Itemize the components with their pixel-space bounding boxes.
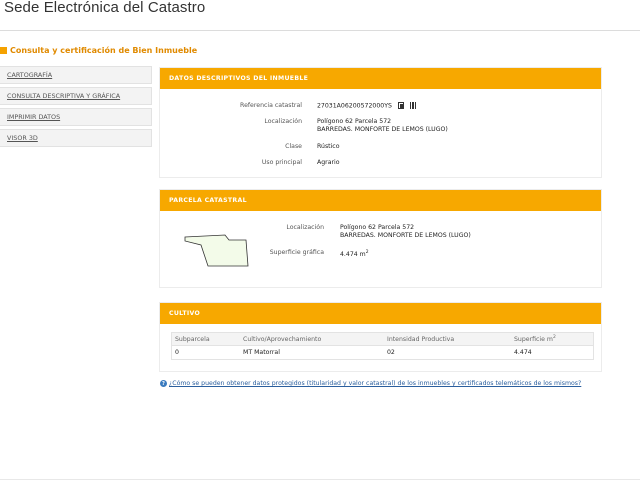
parcel-loc-line1: Polígono 62 Parcela 572 xyxy=(340,224,415,231)
col-subparcela: Subparcela xyxy=(175,335,210,343)
sidebar-item-visor-3d[interactable]: VISOR 3D xyxy=(0,129,152,147)
cell-superficie: 4.474 xyxy=(514,349,532,356)
ref-row: Referencia catastral 27031A06200572000YS xyxy=(160,102,417,111)
col-intensidad: Intensidad Productiva xyxy=(387,335,455,343)
copy-icon[interactable] xyxy=(397,102,404,109)
loc-line1: Polígono 62 Parcela 572 xyxy=(317,118,392,125)
cell-intensidad: 02 xyxy=(387,349,395,356)
sidebar-item-cartografia[interactable]: CARTOGRAFÍA xyxy=(0,66,152,84)
protected-data-link[interactable]: ¿Cómo se pueden obtener datos protegidos… xyxy=(169,380,581,387)
parcel-sup-value: 4.474 m2 xyxy=(340,249,369,259)
loc-line2: BARREDAS. MONFORTE DE LEMOS (LUGO) xyxy=(317,126,448,133)
header-divider xyxy=(0,30,640,31)
parcel-loc-label: Localización xyxy=(286,224,324,231)
parcel-sup-number: 4.474 m xyxy=(340,251,366,259)
clase-row: Clase Rústico xyxy=(160,143,340,151)
page-heading: Consulta y certificación de Bien Inmuebl… xyxy=(0,46,197,55)
parcel-loc-row: Localización Polígono 62 Parcela 572 BAR… xyxy=(160,224,471,240)
uso-value: Agrario xyxy=(317,159,340,166)
cell-subparcela: 0 xyxy=(175,349,179,356)
loc-label: Localización xyxy=(264,118,302,125)
col-superficie-exponent: 2 xyxy=(552,334,556,340)
sidebar-item-consulta-descriptiva[interactable]: CONSULTA DESCRIPTIVA Y GRÁFICA xyxy=(0,87,152,105)
protected-data-info: ? ¿Cómo se pueden obtener datos protegid… xyxy=(160,380,581,387)
table-header-row: Subparcela Cultivo/Aprovechamiento Inten… xyxy=(172,333,593,346)
barcode-icon[interactable] xyxy=(409,102,417,109)
parcel-loc-line2: BARREDAS. MONFORTE DE LEMOS (LUGO) xyxy=(340,232,471,239)
clase-label: Clase xyxy=(285,143,302,150)
ref-value: 27031A06200572000YS xyxy=(317,102,392,110)
loc-row: Localización Polígono 62 Parcela 572 BAR… xyxy=(160,118,448,134)
page-title: Consulta y certificación de Bien Inmuebl… xyxy=(10,46,198,55)
uso-row: Uso principal Agrario xyxy=(160,159,340,167)
ref-value-group: 27031A06200572000YS xyxy=(317,102,417,111)
descriptive-data-panel: DATOS DESCRIPTIVOS DEL INMUEBLE Referenc… xyxy=(159,67,602,178)
cell-cultivo: MT Matorral xyxy=(243,349,280,356)
col-superficie-label: Superficie m xyxy=(514,336,553,344)
table-row: 0 MT Matorral 02 4.474 xyxy=(172,346,593,359)
col-cultivo: Cultivo/Aprovechamiento xyxy=(243,335,322,343)
parcel-header: PARCELA CATASTRAL xyxy=(160,190,601,211)
parcel-sup-exponent: 2 xyxy=(365,250,369,255)
heading-bullet-icon xyxy=(0,46,7,54)
sidebar-item-imprimir-datos[interactable]: IMPRIMIR DATOS xyxy=(0,108,152,126)
cultivo-panel: CULTIVO Subparcela Cultivo/Aprovechamien… xyxy=(159,302,602,372)
site-title: Sede Electrónica del Catastro xyxy=(4,0,206,16)
cultivo-table: Subparcela Cultivo/Aprovechamiento Inten… xyxy=(171,332,594,360)
parcel-loc-value: Polígono 62 Parcela 572 BARREDAS. MONFOR… xyxy=(340,224,471,240)
col-superficie: Superficie m2 xyxy=(514,335,593,343)
loc-value: Polígono 62 Parcela 572 BARREDAS. MONFOR… xyxy=(317,118,448,134)
descriptive-data-header: DATOS DESCRIPTIVOS DEL INMUEBLE xyxy=(160,68,601,89)
parcel-sup-row: Superficie gráfica 4.474 m2 xyxy=(160,249,369,259)
parcel-sup-label: Superficie gráfica xyxy=(269,249,324,256)
cultivo-header: CULTIVO xyxy=(160,303,601,324)
sidebar: CARTOGRAFÍA CONSULTA DESCRIPTIVA Y GRÁFI… xyxy=(0,66,152,150)
clase-value: Rústico xyxy=(317,143,340,150)
question-circle-icon: ? xyxy=(160,380,167,387)
uso-label: Uso principal xyxy=(261,159,302,166)
parcel-panel: PARCELA CATASTRAL Localización Polígono … xyxy=(159,189,602,288)
ref-label: Referencia catastral xyxy=(240,102,302,109)
